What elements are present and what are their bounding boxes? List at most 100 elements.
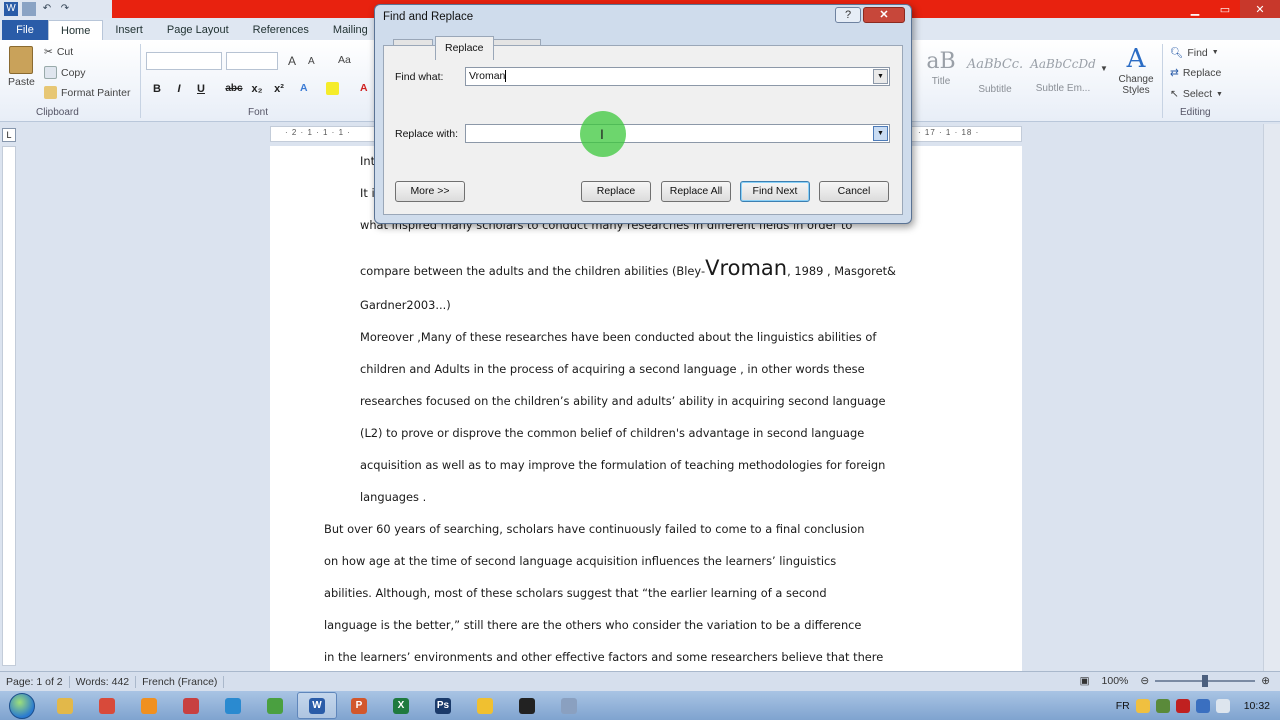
word-app-icon: W — [4, 2, 18, 16]
document-line: It i — [360, 186, 375, 200]
tab-mailings[interactable]: Mailing — [321, 20, 380, 40]
scissors-icon: ✂ — [44, 46, 53, 58]
clock[interactable]: 10:32 — [1244, 700, 1270, 712]
font-name-combo[interactable] — [146, 52, 222, 70]
style-subtle-emphasis[interactable]: AaBbCcDd Subtle Em... — [1030, 45, 1096, 103]
taskbar-paint-button[interactable] — [171, 692, 211, 719]
maximize-button[interactable]: ▭ — [1210, 0, 1240, 18]
close-window-button[interactable]: ✕ — [1240, 0, 1280, 18]
italic-button[interactable]: I — [170, 81, 188, 97]
taskbar-folder-button[interactable] — [45, 692, 85, 719]
binoculars-icon: 🔍︎ — [1170, 47, 1184, 59]
replace-icon: ⇄ — [1170, 67, 1179, 79]
tab-references[interactable]: References — [241, 20, 321, 40]
find-button[interactable]: 🔍︎ Find ▼ — [1170, 46, 1219, 60]
replace-all-button[interactable]: Replace All — [661, 181, 731, 202]
font-color-button[interactable]: A — [360, 82, 368, 94]
select-button[interactable]: ↖ Select ▼ — [1170, 88, 1223, 100]
bird-icon — [519, 697, 535, 714]
tab-replace[interactable]: Replace — [435, 36, 494, 60]
document-line: languages . — [360, 490, 427, 504]
strikethrough-button[interactable]: abc — [222, 81, 246, 97]
taskbar-excel-button[interactable]: X — [381, 692, 421, 719]
taskbar-powerpoint-button[interactable]: P — [339, 692, 379, 719]
document-page[interactable]: Int It i what inspired many scholars to … — [270, 146, 1022, 672]
start-button[interactable] — [0, 691, 44, 720]
windows-orb-icon — [9, 692, 35, 719]
styles-more-button[interactable]: ▼ — [1100, 64, 1108, 73]
tray-icon[interactable] — [1135, 698, 1150, 713]
help-button[interactable]: ? — [835, 7, 861, 23]
media-icon — [141, 697, 157, 714]
grow-font-button[interactable]: A — [288, 54, 296, 68]
bold-button[interactable]: B — [148, 81, 166, 97]
language-indicator[interactable]: French (France) — [136, 675, 225, 688]
tab-page-layout[interactable]: Page Layout — [155, 20, 241, 40]
cut-button[interactable]: ✂ Cut — [44, 46, 73, 58]
clear-format-button[interactable]: Aa — [338, 54, 351, 66]
tab-selector[interactable]: L — [2, 128, 16, 142]
redo-icon[interactable]: ↷ — [58, 2, 72, 16]
input-language[interactable]: FR — [1116, 700, 1130, 712]
tray-icon[interactable] — [1175, 698, 1190, 713]
find-what-input[interactable]: Vroman ▼ — [465, 67, 890, 86]
page-count[interactable]: Page: 1 of 2 — [0, 675, 70, 688]
document-line: children and Adults in the process of ac… — [360, 362, 865, 376]
dialog-title: Find and Replace — [383, 11, 474, 23]
taskbar-sun-button[interactable] — [465, 692, 505, 719]
highlight-button[interactable] — [326, 82, 339, 95]
subscript-button[interactable]: x₂ — [248, 81, 266, 97]
dialog-close-button[interactable]: ✕ — [863, 7, 905, 23]
print-layout-icon[interactable]: ▣ — [1080, 675, 1090, 687]
zoom-slider[interactable] — [1155, 675, 1256, 687]
more-button[interactable]: More >> — [395, 181, 465, 202]
replace-with-input[interactable]: ▼ — [465, 124, 890, 143]
chevron-down-icon[interactable]: ▼ — [873, 69, 888, 84]
taskbar-misc-button[interactable] — [549, 692, 589, 719]
format-painter-button[interactable]: Format Painter — [44, 86, 130, 99]
tab-insert[interactable]: Insert — [103, 20, 155, 40]
replace-with-label: Replace with: — [395, 128, 459, 140]
find-next-button[interactable]: Find Next — [740, 181, 810, 202]
document-line: on how age at the time of second languag… — [324, 554, 837, 568]
taskbar-bird-button[interactable] — [507, 692, 547, 719]
superscript-button[interactable]: x² — [270, 81, 288, 97]
change-styles-button[interactable]: A Change Styles — [1114, 44, 1158, 96]
zoom-in-icon[interactable]: ⊕ — [1261, 675, 1270, 687]
taskbar-word-button[interactable]: W — [297, 692, 337, 719]
vertical-ruler[interactable] — [2, 146, 16, 666]
replace-button-dialog[interactable]: Replace — [581, 181, 651, 202]
paste-button[interactable]: Paste — [8, 46, 35, 88]
text-effects-button[interactable]: A — [300, 82, 308, 94]
copy-button[interactable]: Copy — [44, 66, 86, 79]
taskbar-photoshop-button[interactable]: Ps — [423, 692, 463, 719]
system-tray: FR 10:32 — [1116, 691, 1280, 720]
volume-icon[interactable] — [1215, 698, 1230, 713]
zoom-level[interactable]: 100% — [1096, 675, 1135, 687]
highlighter-icon — [326, 82, 339, 95]
cancel-button[interactable]: Cancel — [819, 181, 889, 202]
tab-file[interactable]: File — [2, 20, 48, 40]
save-icon[interactable] — [22, 2, 36, 16]
taskbar-media-button[interactable] — [129, 692, 169, 719]
tab-home[interactable]: Home — [48, 20, 104, 40]
style-subtitle[interactable]: AaBbCc. Subtitle — [962, 45, 1028, 103]
minimize-button[interactable]: ▁ — [1180, 0, 1210, 18]
chrome-icon — [99, 697, 115, 714]
tray-icon[interactable] — [1155, 698, 1170, 713]
taskbar-chrome-button[interactable] — [87, 692, 127, 719]
replace-button[interactable]: ⇄ Replace — [1170, 67, 1221, 79]
underline-button[interactable]: U — [192, 81, 210, 97]
taskbar-chrome2-button[interactable] — [255, 692, 295, 719]
taskbar-ie-button[interactable] — [213, 692, 253, 719]
shrink-font-button[interactable]: A — [308, 56, 315, 67]
word-count[interactable]: Words: 442 — [70, 675, 137, 688]
undo-icon[interactable]: ↶ — [40, 2, 54, 16]
zoom-out-icon[interactable]: ⊖ — [1140, 675, 1149, 687]
zoom-slider-thumb[interactable] — [1202, 675, 1209, 687]
vertical-scrollbar[interactable] — [1263, 124, 1280, 672]
network-icon[interactable] — [1195, 698, 1210, 713]
clipboard-group-label: Clipboard — [36, 107, 79, 118]
chevron-down-icon[interactable]: ▼ — [873, 126, 888, 141]
font-size-combo[interactable] — [226, 52, 278, 70]
